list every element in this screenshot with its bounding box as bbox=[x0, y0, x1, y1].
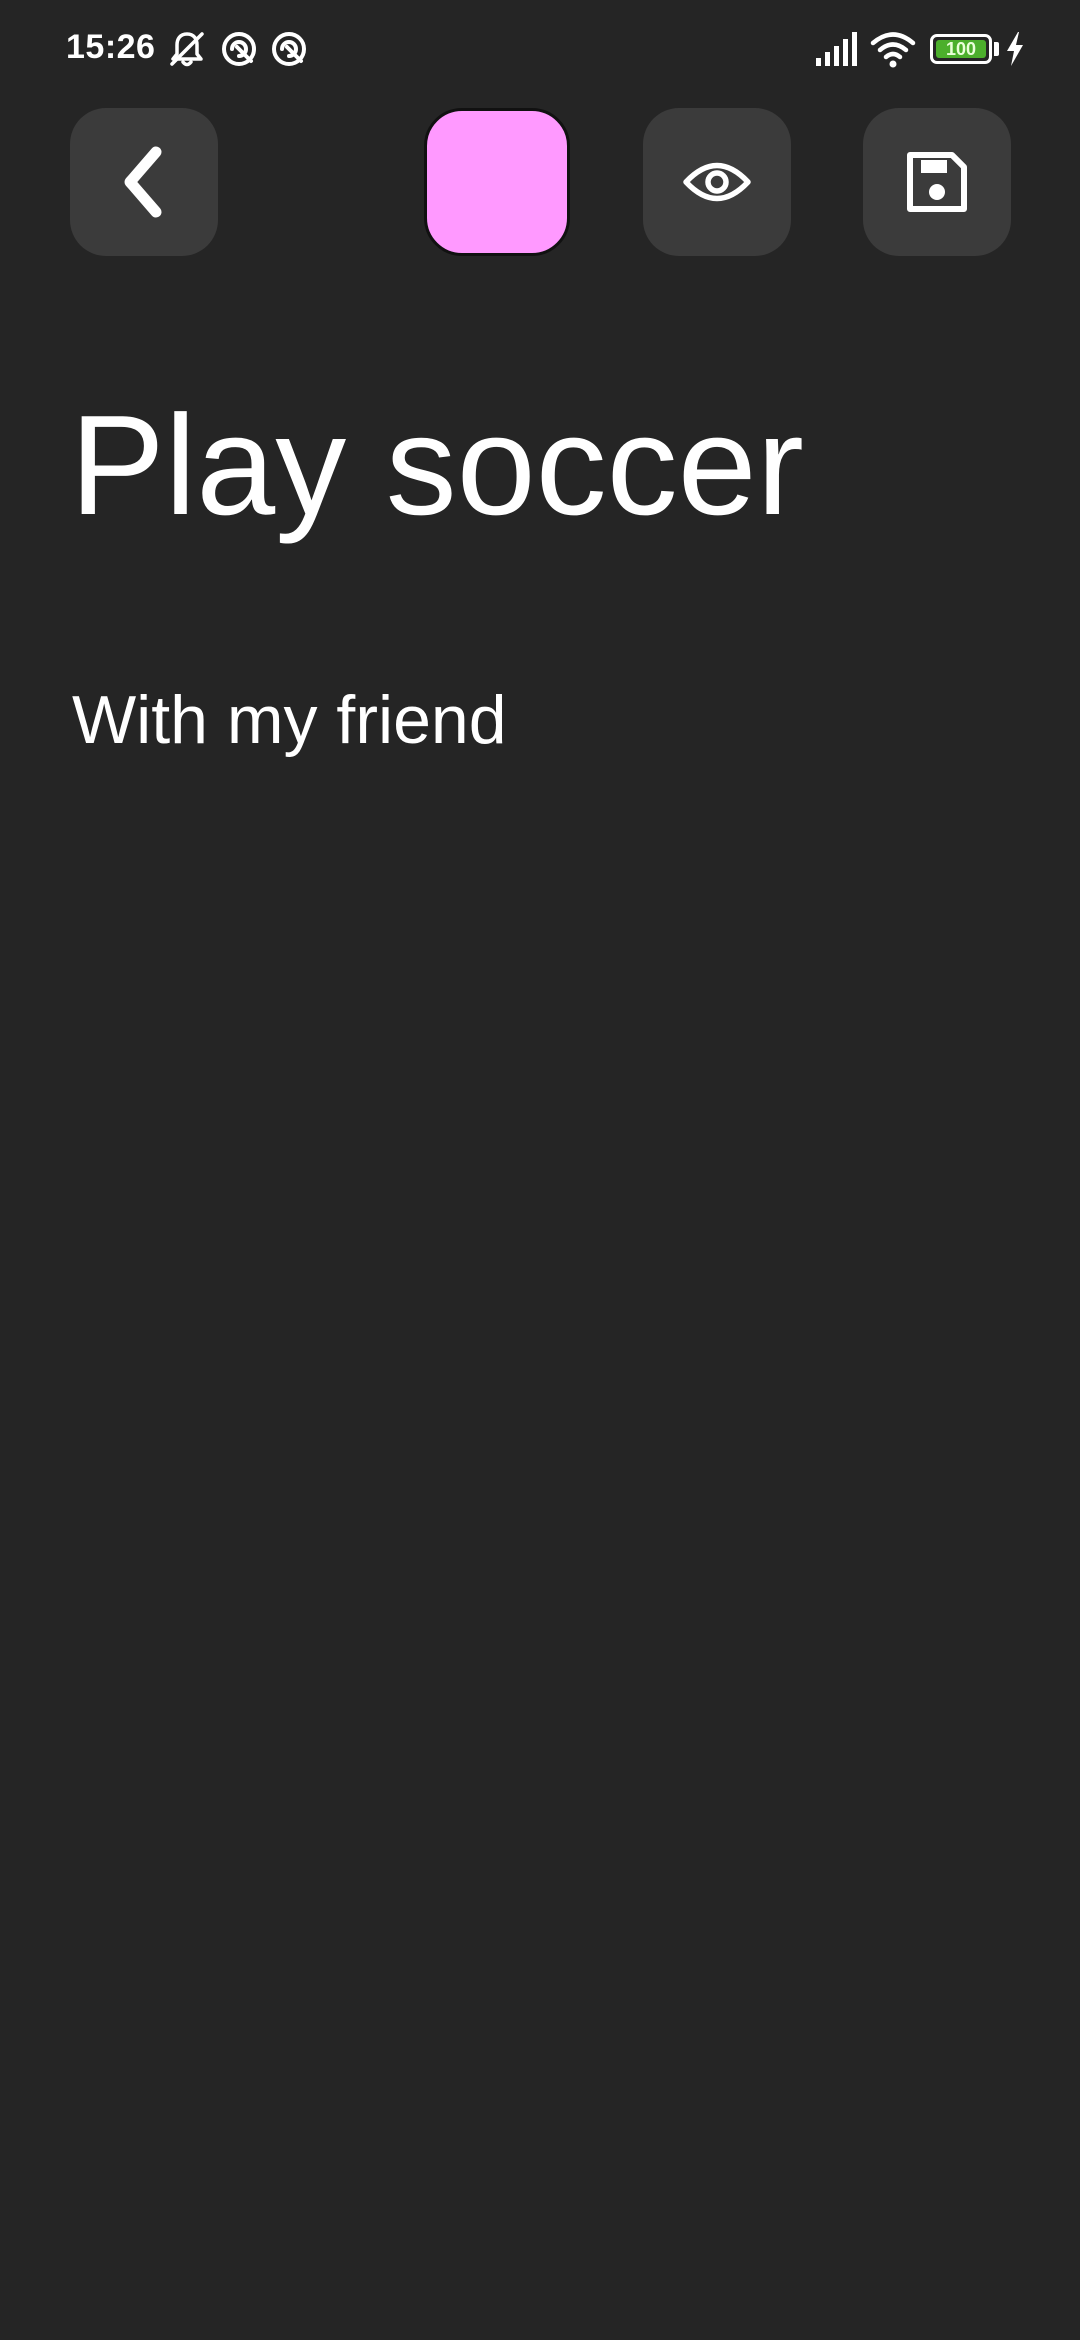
preview-button[interactable] bbox=[643, 108, 791, 256]
bell-off-icon bbox=[170, 32, 204, 67]
save-icon bbox=[907, 152, 967, 212]
status-time: 15:26 bbox=[66, 28, 156, 66]
charging-icon bbox=[1007, 32, 1023, 66]
save-button[interactable] bbox=[863, 108, 1011, 256]
battery-cap bbox=[994, 42, 999, 56]
signal-icon bbox=[816, 32, 857, 66]
note-body[interactable]: With my friend bbox=[72, 680, 507, 762]
sync-icon bbox=[272, 32, 306, 66]
eye-icon bbox=[683, 162, 751, 202]
sync-icon bbox=[222, 32, 256, 66]
battery-level: 100 bbox=[936, 40, 986, 58]
battery-icon: 100 bbox=[930, 34, 992, 64]
wifi-icon bbox=[870, 32, 916, 68]
note-title[interactable]: Play soccer bbox=[70, 387, 804, 544]
back-button[interactable] bbox=[70, 108, 218, 256]
chevron-left-icon bbox=[124, 146, 162, 218]
status-bar: 15:26 100 bbox=[0, 0, 1080, 100]
note-color-button[interactable] bbox=[424, 108, 570, 256]
